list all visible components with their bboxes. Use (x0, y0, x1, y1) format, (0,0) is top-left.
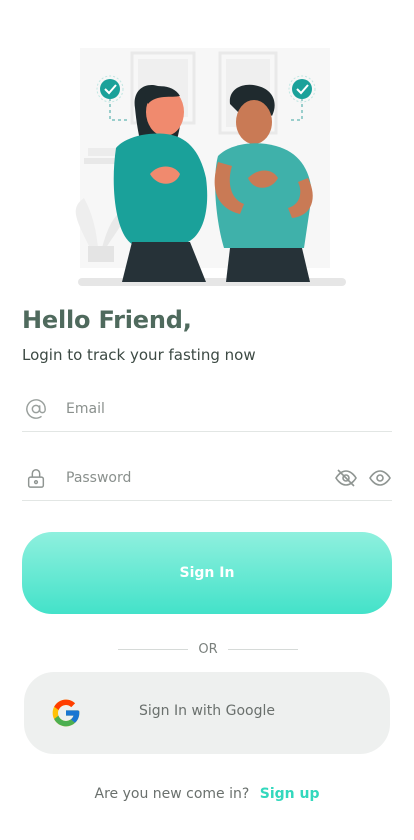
divider-label: OR (198, 641, 218, 657)
eye-off-icon[interactable] (334, 466, 358, 490)
password-visibility-toggles (334, 466, 392, 490)
eye-icon[interactable] (368, 466, 392, 490)
divider-line-right (227, 648, 298, 650)
or-divider: OR (118, 640, 298, 658)
email-field (22, 386, 392, 432)
signup-prompt: Are you new come in? Sign up (0, 786, 414, 802)
google-sign-in-button[interactable]: Sign In with Google (24, 672, 390, 754)
google-button-label: Sign In with Google (139, 703, 275, 719)
login-subtitle: Login to track your fasting now (22, 346, 256, 364)
signup-question: Are you new come in? (94, 786, 250, 802)
greeting-heading: Hello Friend, (22, 306, 192, 334)
sign-in-button[interactable]: Sign In (22, 532, 392, 614)
password-field (22, 455, 392, 501)
password-input[interactable] (66, 462, 334, 493)
at-sign-icon (24, 397, 48, 421)
hero-illustration (40, 38, 376, 292)
lock-icon (24, 466, 48, 490)
sign-up-link[interactable]: Sign up (260, 786, 320, 802)
divider-line-left (118, 648, 188, 650)
email-input[interactable] (66, 393, 392, 424)
